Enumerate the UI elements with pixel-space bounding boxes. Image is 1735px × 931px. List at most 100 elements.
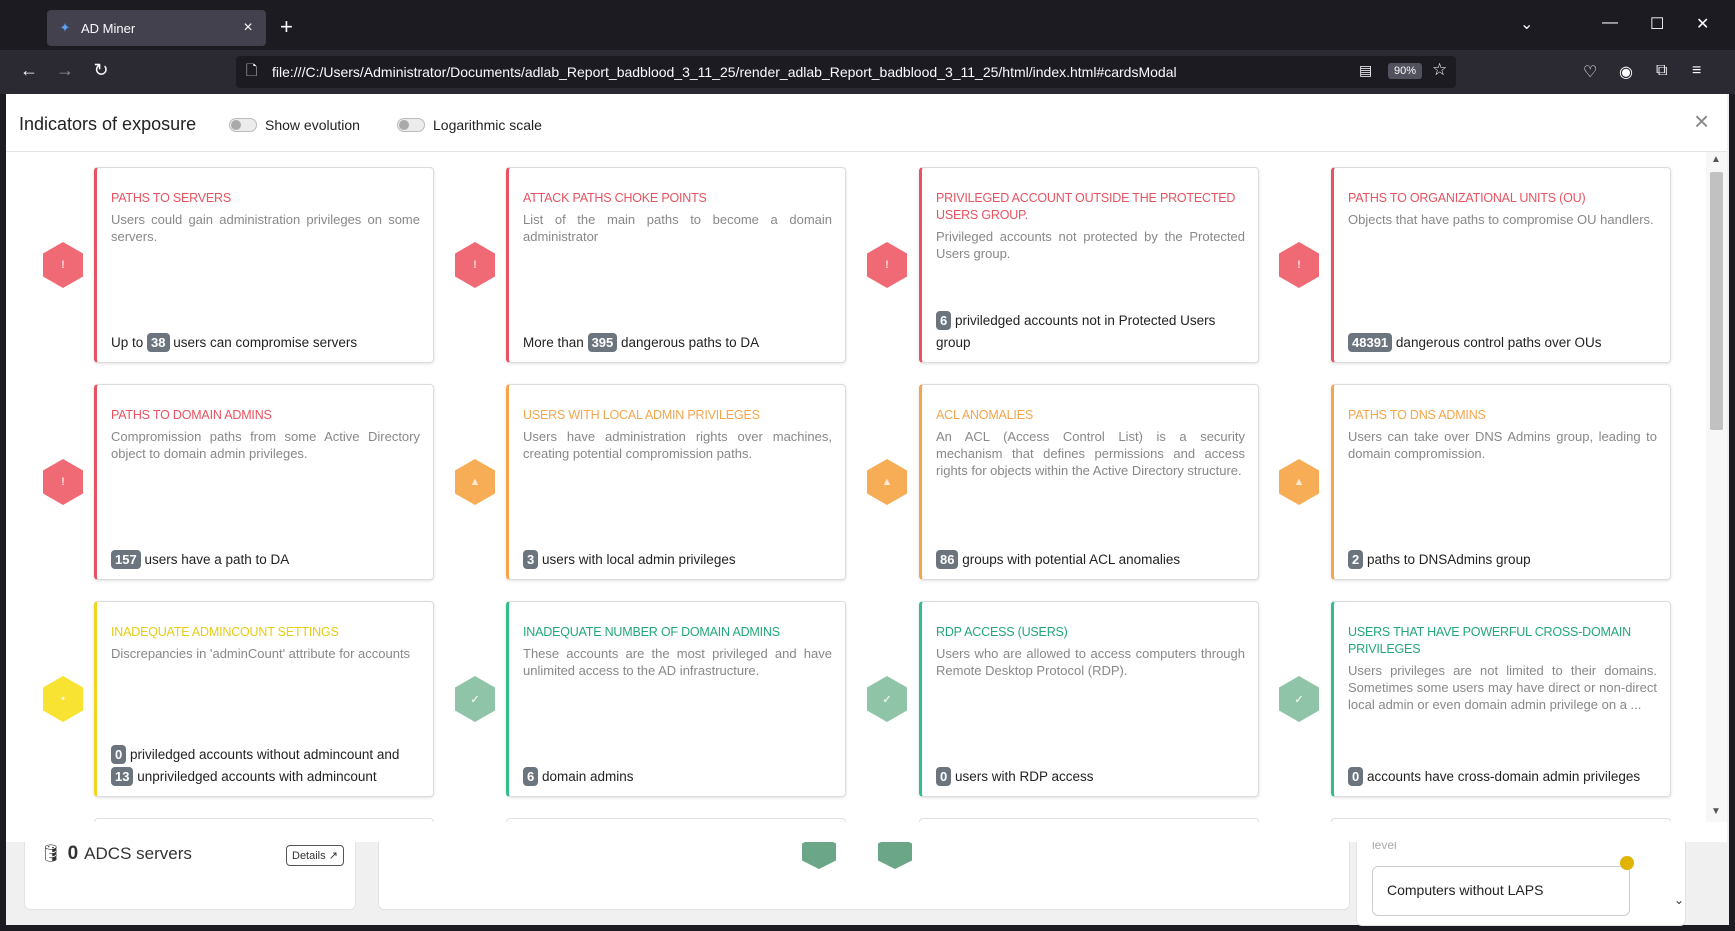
browser-tab[interactable]: ✦ AD Miner × (47, 10, 266, 46)
count-badge: 0 (1348, 767, 1364, 786)
warning-hexagon-icon: ▲ (455, 459, 495, 505)
scrollbar-thumb[interactable] (1710, 172, 1723, 430)
card-title: USERS THAT HAVE POWERFUL CROSS-DOMAIN PR… (1348, 625, 1631, 656)
indicator-card[interactable]: USERS WITH LOCAL ADMIN PRIVILEGES Users h… (506, 384, 846, 580)
hexagon-symbol: ! (61, 259, 65, 271)
card-title: PATHS TO SERVERS (111, 191, 231, 205)
stat-prefix: Up to (111, 335, 144, 350)
indicator-card[interactable]: PATHS TO DOMAIN ADMINS Compromission path… (94, 384, 434, 580)
hexagon-symbol: ✓ (1294, 693, 1304, 706)
forward-arrow-icon[interactable]: → (53, 60, 77, 81)
card-stat: 0 users with RDP access (936, 766, 1248, 788)
card-title: RDP ACCESS (USERS) (936, 625, 1068, 639)
zoom-level[interactable]: 90% (1388, 63, 1423, 79)
details-button[interactable]: Details ↗ (286, 845, 344, 866)
indicator-card[interactable]: ATTACK PATHS CHOKE POINTS List of the mai… (506, 167, 846, 363)
hexagon-symbol: ▲ (469, 476, 481, 488)
card-stat: More than 395 dangerous paths to DA (523, 332, 835, 354)
indicator-card[interactable]: ACL ANOMALIES An ACL (Access Control List… (919, 384, 1259, 580)
reload-icon[interactable]: ↻ (89, 60, 113, 81)
card-description: Users privileges are not limited to thei… (1348, 663, 1657, 712)
count-badge: 395 (587, 333, 618, 352)
modal-close-icon[interactable]: × (1694, 108, 1709, 134)
modal-bottom (6, 822, 1706, 842)
stat-suffix: dangerous control paths over OUs (1395, 335, 1602, 350)
toggle-switch[interactable] (229, 118, 257, 132)
extensions-icon[interactable]: ⧉ (1656, 62, 1667, 80)
card-description: Privileged accounts not protected by the… (936, 229, 1245, 261)
pocket-icon[interactable]: ♡ (1583, 62, 1597, 82)
count-badge: 13 (111, 767, 134, 786)
window-close-icon[interactable]: ✕ (1696, 14, 1709, 34)
card-stat: 0 priviledged accounts without admincoun… (111, 744, 423, 788)
maximize-icon[interactable]: ☐ (1650, 14, 1664, 34)
count-badge: 48391 (1348, 333, 1393, 352)
scroll-up-arrow-icon[interactable]: ▲ (1711, 154, 1721, 165)
toggle-label: Logarithmic scale (433, 117, 542, 133)
count-badge: 6 (936, 311, 952, 330)
card-stat: 2 paths to DNSAdmins group (1348, 549, 1660, 571)
count-badge: 86 (936, 550, 959, 569)
ok-hexagon-icon: ✓ (455, 676, 495, 722)
indicator-card[interactable]: PATHS TO ORGANIZATIONAL UNITS (OU) Object… (1331, 167, 1671, 363)
stat-suffix: accounts have cross-domain admin privile… (1367, 769, 1641, 784)
count-badge: 2 (1348, 550, 1364, 569)
card-description: Users who are allowed to access computer… (936, 646, 1245, 678)
page-icon: 🗋 (246, 62, 258, 78)
hexagon-symbol: ▲ (881, 476, 893, 488)
external-link-icon: ↗ (328, 850, 338, 862)
close-tab-icon[interactable]: × (240, 19, 256, 37)
count-badge: 38 (147, 333, 170, 352)
indicator-card[interactable]: RDP ACCESS (USERS) Users who are allowed … (919, 601, 1259, 797)
toggle-label: Show evolution (265, 117, 360, 133)
scroll-down-chevron-icon[interactable]: ⌄ (1674, 893, 1684, 907)
menu-icon[interactable]: ≡ (1692, 62, 1701, 80)
card-description: These accounts are the most privileged a… (523, 646, 832, 678)
stat-suffix: users with RDP access (955, 769, 1094, 784)
indicator-card[interactable]: PATHS TO SERVERS Users could gain adminis… (94, 167, 434, 363)
card-title: PRIVILEGED ACCOUNT OUTSIDE THE PROTECTED… (936, 191, 1236, 222)
hexagon-symbol: • (61, 693, 65, 705)
indicators-modal: Indicators of exposure Show evolution Lo… (6, 94, 1727, 842)
laps-option[interactable]: Computers without LAPS (1372, 866, 1630, 916)
back-arrow-icon[interactable]: ← (17, 60, 41, 81)
card-title: ACL ANOMALIES (936, 408, 1033, 422)
indicator-card[interactable]: INADEQUATE NUMBER OF DOMAIN ADMINS These … (506, 601, 846, 797)
count-badge: 157 (111, 550, 141, 569)
show-evolution-toggle[interactable]: Show evolution (229, 117, 360, 133)
browser-tab-bar: ✦ AD Miner × + ⌄ — ☐ ✕ (0, 0, 1735, 50)
stat-suffix: priviledged accounts without admincount … (130, 747, 400, 762)
card-title: PATHS TO DNS ADMINS (1348, 408, 1486, 422)
card-description: Compromission paths from some Active Dir… (111, 429, 420, 461)
scroll-down-arrow-icon[interactable]: ▼ (1711, 806, 1721, 817)
card-title: PATHS TO DOMAIN ADMINS (111, 408, 272, 422)
indicator-card[interactable]: USERS THAT HAVE POWERFUL CROSS-DOMAIN PR… (1331, 601, 1671, 797)
card-stat: 157 users have a path to DA (111, 549, 423, 571)
card-title: USERS WITH LOCAL ADMIN PRIVILEGES (523, 408, 760, 422)
minimize-icon[interactable]: — (1602, 14, 1618, 32)
hexagon-symbol: ! (61, 476, 65, 488)
hexagon-symbol: ▲ (1293, 476, 1305, 488)
tab-list-chevron-icon[interactable]: ⌄ (1520, 14, 1533, 34)
logarithmic-scale-toggle[interactable]: Logarithmic scale (397, 117, 542, 133)
card-stat: 0 accounts have cross-domain admin privi… (1348, 766, 1660, 788)
hexagon-symbol: ! (473, 259, 477, 271)
indicator-card[interactable]: PATHS TO DNS ADMINS Users can take over D… (1331, 384, 1671, 580)
critical-hexagon-icon: ! (867, 242, 907, 288)
warning-hexagon-icon: ▲ (1279, 459, 1319, 505)
stat-suffix: unpriviledged accounts with admincount (137, 769, 377, 784)
card-description: Users could gain administration privileg… (111, 212, 420, 244)
indicator-card[interactable]: PRIVILEGED ACCOUNT OUTSIDE THE PROTECTED… (919, 167, 1259, 363)
reader-view-icon[interactable]: ▤ (1359, 62, 1372, 79)
new-tab-icon[interactable]: + (280, 16, 293, 38)
card-stat: 3 users with local admin privileges (523, 549, 835, 571)
card-title: INADEQUATE ADMINCOUNT SETTINGS (111, 625, 339, 639)
address-bar[interactable]: 🗋 file:///C:/Users/Administrator/Documen… (236, 56, 1456, 88)
bookmark-star-icon[interactable]: ☆ (1432, 60, 1447, 80)
account-icon[interactable]: ◉ (1619, 62, 1633, 82)
url-text[interactable]: file:///C:/Users/Administrator/Documents… (272, 64, 1177, 80)
indicator-card[interactable]: INADEQUATE ADMINCOUNT SETTINGS Discrepanc… (94, 601, 434, 797)
toggle-switch[interactable] (397, 118, 425, 132)
stat-suffix: users with local admin privileges (542, 552, 736, 567)
stat-suffix: dangerous paths to DA (621, 335, 760, 350)
